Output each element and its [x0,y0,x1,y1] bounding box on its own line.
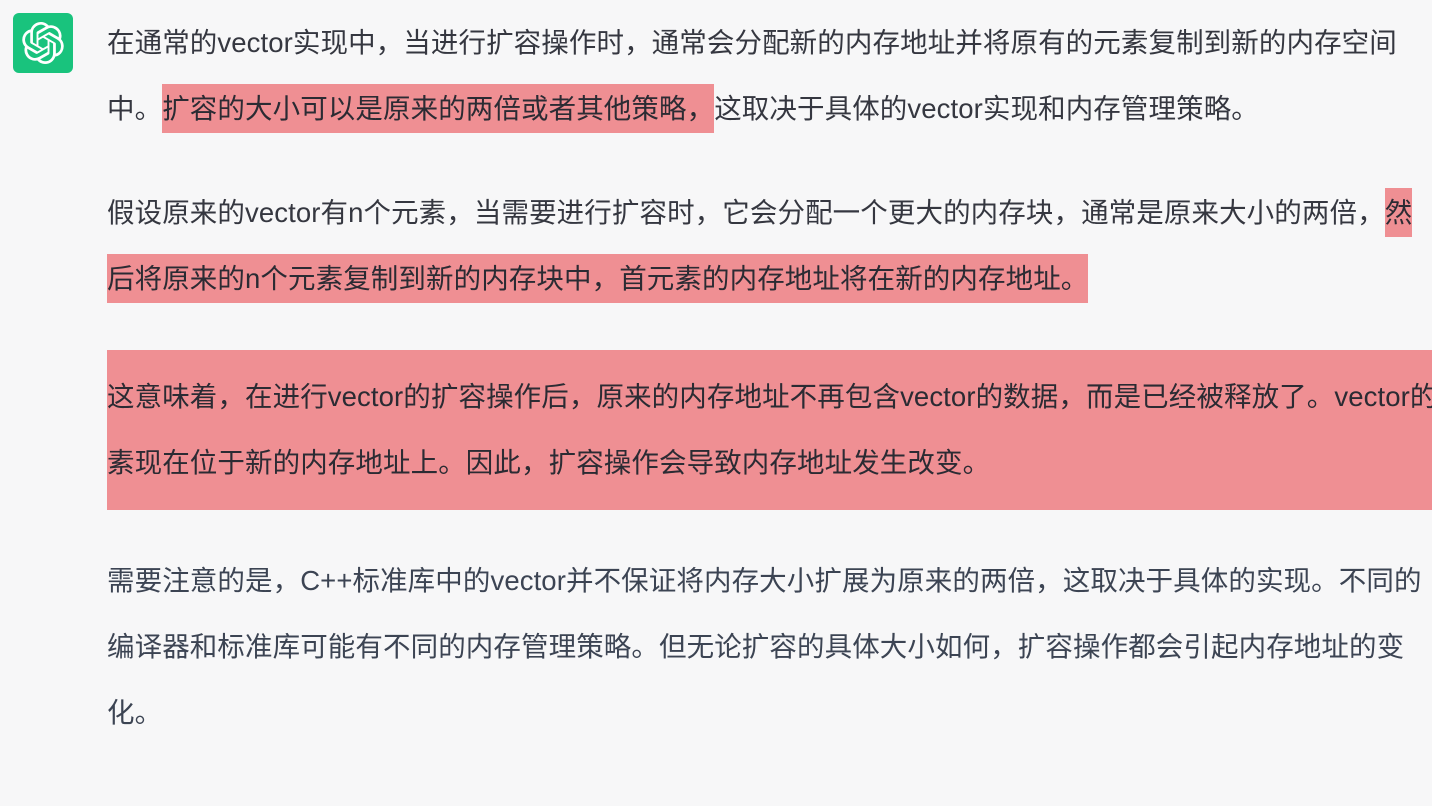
text-segment: 假设原来的vector有n个元素，当需要进行扩容时，它会分配一个更大的内存块，通… [107,197,1385,228]
paragraph-3-highlighted: 这意味着，在进行vector的扩容操作后，原来的内存地址不再包含vector的数… [107,350,1432,510]
paragraph-4: 需要注意的是，C++标准库中的vector并不保证将内存大小扩展为原来的两倍，这… [107,548,1432,746]
text-segment: 需要注意的是，C++标准库中的vector并不保证将内存大小扩展为原来的两倍，这… [107,565,1422,728]
highlighted-text-segment: 这意味着，在进行vector的扩容操作后，原来的内存地址不再包含vector的数… [107,381,1432,478]
paragraph-1: 在通常的vector实现中，当进行扩容操作时，通常会分配新的内存地址并将原有的元… [107,10,1432,142]
assistant-message-row: 在通常的vector实现中，当进行扩容操作时，通常会分配新的内存地址并将原有的元… [0,0,1432,806]
text-segment: 这取决于具体的vector实现和内存管理策略。 [714,93,1259,124]
openai-logo-icon [22,22,64,64]
highlighted-text-segment: 扩容的大小可以是原来的两倍或者其他策略， [162,84,715,133]
paragraph-2: 假设原来的vector有n个元素，当需要进行扩容时，它会分配一个更大的内存块，通… [107,180,1432,312]
avatar-column [0,0,107,73]
avatar [13,13,73,73]
message-content: 在通常的vector实现中，当进行扩容操作时，通常会分配新的内存地址并将原有的元… [107,0,1432,746]
